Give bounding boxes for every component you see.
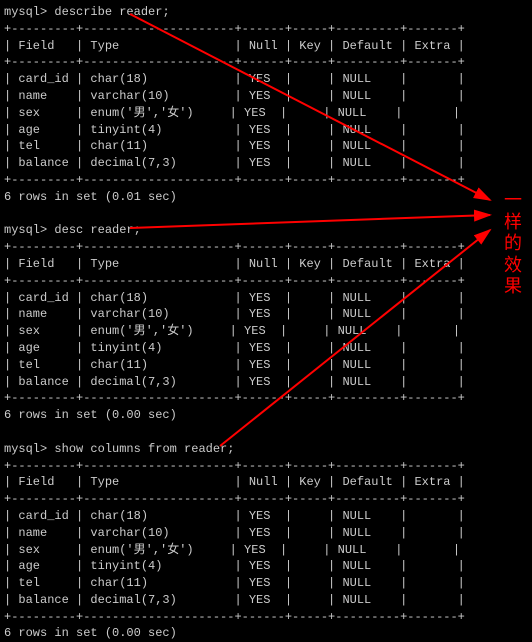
table-row: | balance | decimal(7,3) | YES | | NULL …: [4, 155, 532, 172]
blank-line: [4, 206, 532, 223]
command-line: mysql> show columns from reader;: [4, 441, 532, 458]
table-border: +---------+---------------------+------+…: [4, 273, 532, 290]
table-border: +---------+---------------------+------+…: [4, 172, 532, 189]
table-row: | name | varchar(10) | YES | | NULL | |: [4, 88, 532, 105]
table-header: | Field | Type | Null | Key | Default | …: [4, 256, 532, 273]
table-row: | card_id | char(18) | YES | | NULL | |: [4, 508, 532, 525]
terminal-output: mysql> describe reader; +---------+-----…: [4, 4, 532, 642]
table-row: | sex | enum('男','女') | YES | | NULL | |: [4, 542, 532, 559]
table-row: | tel | char(11) | YES | | NULL | |: [4, 138, 532, 155]
command-text: show columns from reader;: [54, 442, 234, 456]
command-text: desc reader;: [54, 223, 140, 237]
command-text: describe reader;: [54, 5, 169, 19]
command-line: mysql> desc reader;: [4, 222, 532, 239]
table-row: | age | tinyint(4) | YES | | NULL | |: [4, 122, 532, 139]
table-row: | card_id | char(18) | YES | | NULL | |: [4, 290, 532, 307]
table-border: +---------+---------------------+------+…: [4, 390, 532, 407]
table-row: | card_id | char(18) | YES | | NULL | |: [4, 71, 532, 88]
table-border: +---------+---------------------+------+…: [4, 458, 532, 475]
table-row: | name | varchar(10) | YES | | NULL | |: [4, 525, 532, 542]
footer-line: 6 rows in set (0.00 sec): [4, 625, 532, 642]
prompt: mysql>: [4, 5, 47, 19]
footer-line: 6 rows in set (0.00 sec): [4, 407, 532, 424]
annotation-text: 一样的效果: [502, 190, 524, 298]
table-row: | sex | enum('男','女') | YES | | NULL | |: [4, 105, 532, 122]
table-border: +---------+---------------------+------+…: [4, 609, 532, 626]
table-row: | age | tinyint(4) | YES | | NULL | |: [4, 558, 532, 575]
prompt: mysql>: [4, 442, 47, 456]
command-line: mysql> describe reader;: [4, 4, 532, 21]
table-row: | balance | decimal(7,3) | YES | | NULL …: [4, 592, 532, 609]
table-row: | balance | decimal(7,3) | YES | | NULL …: [4, 374, 532, 391]
table-border: +---------+---------------------+------+…: [4, 54, 532, 71]
table-row: | name | varchar(10) | YES | | NULL | |: [4, 306, 532, 323]
table-row: | tel | char(11) | YES | | NULL | |: [4, 575, 532, 592]
table-border: +---------+---------------------+------+…: [4, 239, 532, 256]
footer-line: 6 rows in set (0.01 sec): [4, 189, 532, 206]
table-row: | age | tinyint(4) | YES | | NULL | |: [4, 340, 532, 357]
table-border: +---------+---------------------+------+…: [4, 491, 532, 508]
table-header: | Field | Type | Null | Key | Default | …: [4, 474, 532, 491]
table-row: | tel | char(11) | YES | | NULL | |: [4, 357, 532, 374]
table-border: +---------+---------------------+------+…: [4, 21, 532, 38]
blank-line: [4, 424, 532, 441]
table-row: | sex | enum('男','女') | YES | | NULL | |: [4, 323, 532, 340]
prompt: mysql>: [4, 223, 47, 237]
table-header: | Field | Type | Null | Key | Default | …: [4, 38, 532, 55]
